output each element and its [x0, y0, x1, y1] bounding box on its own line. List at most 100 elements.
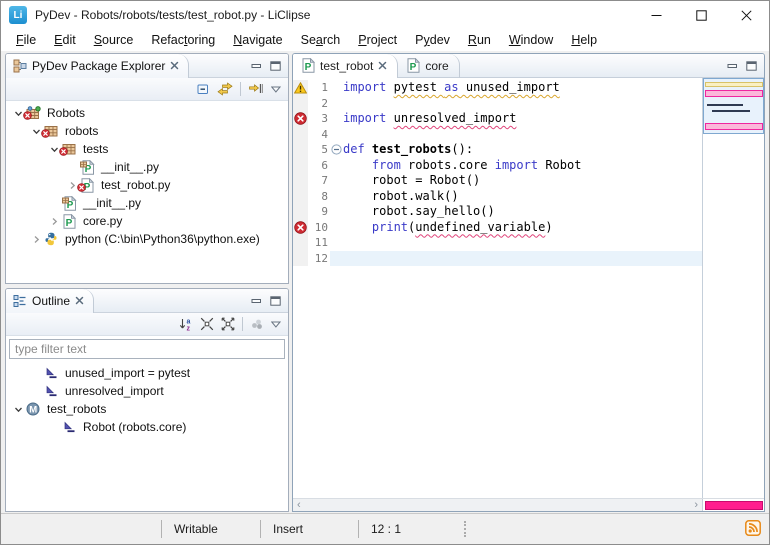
menu-window[interactable]: Window — [500, 31, 562, 49]
tree-item-core-py[interactable]: Pcore.py — [6, 212, 288, 230]
fold-gutter — [330, 127, 343, 143]
expand-tree-icon[interactable] — [221, 317, 235, 331]
tree-item-__init__-py[interactable]: P__init__.py — [6, 194, 288, 212]
editor-tab-label: test_robot — [320, 59, 373, 73]
code-line-9[interactable]: 9 robot.say_hello() — [293, 204, 702, 220]
tree-item-test_robot-py[interactable]: Ptest_robot.py — [6, 176, 288, 194]
pyfile-icon: P — [301, 58, 315, 73]
fold-gutter — [330, 96, 343, 112]
outline-tab-label: Outline — [32, 294, 70, 308]
maximize-view-icon[interactable] — [270, 61, 281, 71]
minimize-window-button[interactable] — [634, 1, 679, 29]
horizontal-scrollbar[interactable]: ‹ › — [293, 499, 702, 511]
tree-item-label: Robots — [43, 106, 85, 120]
rss-news-icon[interactable] — [745, 520, 761, 539]
code-line-8[interactable]: 8 robot.walk() — [293, 189, 702, 205]
fold-gutter — [330, 111, 343, 127]
menu-navigate[interactable]: Navigate — [224, 31, 291, 49]
code-line-2[interactable]: 2 — [293, 96, 702, 112]
scroll-right-icon[interactable]: › — [694, 499, 698, 511]
code-text: robot = Robot() — [343, 173, 702, 189]
menu-search[interactable]: Search — [292, 31, 350, 49]
tree-item-__init__-py[interactable]: P__init__.py — [6, 158, 288, 176]
collapse-tree-icon[interactable] — [200, 317, 214, 331]
package-icon — [44, 123, 61, 139]
close-icon[interactable] — [170, 59, 179, 73]
view-menu-icon[interactable] — [271, 321, 281, 328]
collapse-all-icon[interactable] — [196, 82, 210, 96]
code-line-4[interactable]: 4 — [293, 127, 702, 143]
view-menu-icon[interactable] — [271, 86, 281, 93]
chevron-right-icon[interactable] — [46, 217, 62, 226]
editor-tab-test_robot[interactable]: Ptest_robot — [293, 54, 398, 78]
menu-source[interactable]: Source — [85, 31, 143, 49]
svg-text:P: P — [66, 218, 73, 229]
close-icon[interactable] — [75, 294, 84, 308]
outline-filter-input[interactable] — [9, 339, 285, 359]
menu-help[interactable]: Help — [562, 31, 606, 49]
svg-text:P: P — [410, 62, 417, 73]
menu-project[interactable]: Project — [349, 31, 406, 49]
menu-edit[interactable]: Edit — [45, 31, 85, 49]
close-window-button[interactable] — [724, 1, 769, 29]
tree-item-python-c-bin-python36-python-exe-[interactable]: python (C:\bin\Python36\python.exe) — [6, 230, 288, 248]
code-line-1[interactable]: 1import pytest as unused_import — [293, 80, 702, 96]
code-line-7[interactable]: 7 robot = Robot() — [293, 173, 702, 189]
code-line-6[interactable]: 6 from robots.core import Robot — [293, 158, 702, 174]
close-icon[interactable] — [378, 61, 387, 70]
line-number: 11 — [308, 235, 330, 251]
annotation-gutter — [293, 142, 308, 158]
svg-text:a: a — [187, 319, 191, 326]
minimize-view-icon[interactable] — [251, 61, 262, 71]
error-icon — [293, 111, 308, 127]
package-explorer-toolbar — [6, 78, 288, 101]
tree-item-test_robots[interactable]: Mtest_robots — [6, 400, 288, 418]
menu-file[interactable]: File — [7, 31, 45, 49]
chevron-right-icon[interactable] — [28, 235, 44, 244]
code-line-10[interactable]: 10 print(undefined_variable) — [293, 220, 702, 236]
maximize-window-button[interactable] — [679, 1, 724, 29]
scroll-left-icon[interactable]: ‹ — [297, 499, 301, 511]
tree-item-robots[interactable]: Robots — [6, 104, 288, 122]
tab-outline[interactable]: Outline — [6, 289, 94, 313]
maximize-view-icon[interactable] — [270, 296, 281, 306]
minimap-error-bar — [705, 90, 763, 97]
code-text: robot.walk() — [343, 189, 702, 205]
annotation-gutter — [293, 96, 308, 112]
sort-icon[interactable]: az — [179, 317, 193, 331]
fold-collapse-icon[interactable] — [330, 142, 343, 158]
code-line-11[interactable]: 11 — [293, 235, 702, 251]
menu-pydev[interactable]: Pydev — [406, 31, 459, 49]
tree-item-unused_import-pytest[interactable]: unused_import = pytest — [6, 364, 288, 382]
overview-ruler[interactable] — [702, 78, 764, 498]
tree-item-tests[interactable]: tests — [6, 140, 288, 158]
tree-item-robot-robots-core-[interactable]: Robot (robots.core) — [6, 418, 288, 436]
tree-item-unresolved_import[interactable]: unresolved_import — [6, 382, 288, 400]
filters-icon[interactable] — [250, 317, 264, 331]
tab-package-explorer[interactable]: PyDev Package Explorer — [6, 54, 189, 78]
minimap-warning-bar — [705, 82, 763, 87]
maximize-view-icon[interactable] — [746, 61, 757, 71]
tree-item-robots[interactable]: robots — [6, 122, 288, 140]
outline-icon — [13, 294, 27, 308]
code-line-5[interactable]: 5def test_robots(): — [293, 142, 702, 158]
minimize-view-icon[interactable] — [251, 296, 262, 306]
menu-refactoring[interactable]: Refactoring — [142, 31, 224, 49]
sync-with-editor-icon[interactable] — [248, 82, 264, 96]
code-editor[interactable]: 1import pytest as unused_import23import … — [293, 78, 764, 498]
chevron-down-icon[interactable] — [10, 405, 26, 414]
fold-gutter — [330, 189, 343, 205]
minimap-viewport[interactable] — [703, 78, 764, 134]
status-drag-handle[interactable] — [464, 521, 466, 537]
status-insert-mode: Insert — [261, 522, 358, 536]
line-number: 12 — [308, 251, 330, 267]
package-explorer-icon — [13, 59, 27, 73]
code-line-3[interactable]: 3import unresolved_import — [293, 111, 702, 127]
code-line-12[interactable]: 12 — [293, 251, 702, 267]
menu-run[interactable]: Run — [459, 31, 500, 49]
pyfile-icon: P — [406, 58, 420, 73]
minimize-view-icon[interactable] — [727, 61, 738, 71]
editor-tab-core[interactable]: Pcore — [398, 54, 459, 78]
link-with-editor-icon[interactable] — [217, 82, 233, 96]
code-text — [343, 127, 702, 143]
